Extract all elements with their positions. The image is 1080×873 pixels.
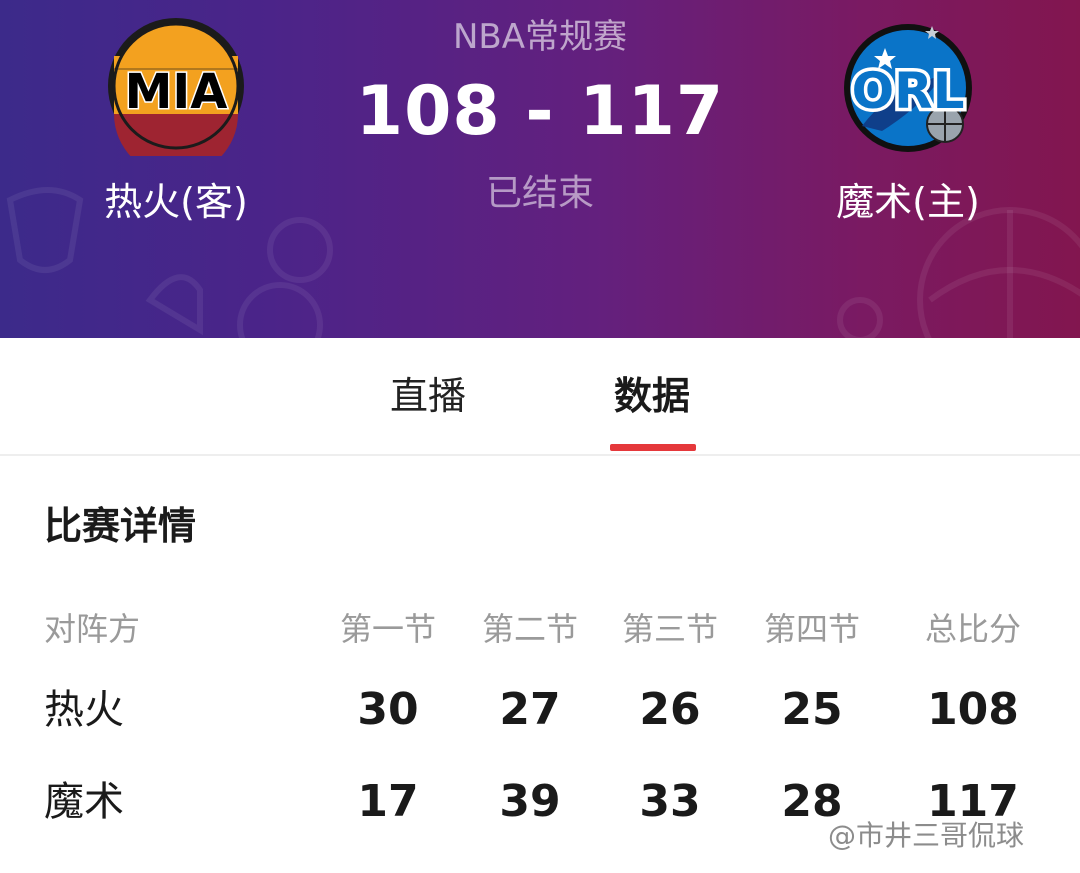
orl-logo-icon: ORL <box>844 24 972 152</box>
active-tab-indicator <box>610 444 696 451</box>
svg-text:ORL: ORL <box>852 62 965 120</box>
column-header-q1: 第一节 <box>339 610 436 648</box>
row-team-name: 魔术 <box>44 779 124 825</box>
table-header: 对阵方 第一节 第二节 第三节 第四节 总比分 <box>0 604 1080 654</box>
row-q1-score: 17 <box>357 776 419 827</box>
game-header: MIA 热火(客) NBA常规赛 108 - 117 已结束 ORL 魔术(主) <box>0 0 1080 338</box>
column-header-q2: 第二节 <box>481 610 578 648</box>
column-header-q3: 第三节 <box>621 610 718 648</box>
watermark: @市井三哥侃球 <box>828 819 1025 852</box>
section-title: 比赛详情 <box>44 504 197 548</box>
away-team-name[interactable]: 热火(客) <box>46 176 306 228</box>
row-q3-score: 33 <box>639 776 701 827</box>
league-label: NBA常规赛 <box>452 17 628 57</box>
row-total-score: 108 <box>927 684 1019 735</box>
tabs-divider <box>0 454 1080 456</box>
column-header-total: 总比分 <box>924 610 1021 648</box>
tab-live[interactable]: 直播 <box>348 368 508 424</box>
row-q4-score: 25 <box>781 684 843 735</box>
team-logo-mia[interactable]: MIA <box>106 16 246 176</box>
row-q1-score: 30 <box>357 684 419 735</box>
table-row: 热火 30 27 26 25 108 <box>0 680 1080 740</box>
column-header-q4: 第四节 <box>763 610 860 648</box>
column-header-team: 对阵方 <box>44 610 141 648</box>
row-q3-score: 26 <box>639 684 701 735</box>
svg-text:MIA: MIA <box>125 64 228 120</box>
row-q2-score: 27 <box>499 684 561 735</box>
team-logo-orl[interactable]: ORL <box>840 16 980 156</box>
game-score: 108 - 117 <box>355 72 725 151</box>
home-team-name[interactable]: 魔术(主) <box>778 176 1038 228</box>
game-status: 已结束 <box>485 173 594 214</box>
row-team-name: 热火 <box>44 687 124 733</box>
row-q2-score: 39 <box>499 776 561 827</box>
tab-bar: 直播 数据 <box>0 338 1080 456</box>
mia-logo-icon: MIA <box>108 18 244 176</box>
tab-data[interactable]: 数据 <box>572 368 732 424</box>
